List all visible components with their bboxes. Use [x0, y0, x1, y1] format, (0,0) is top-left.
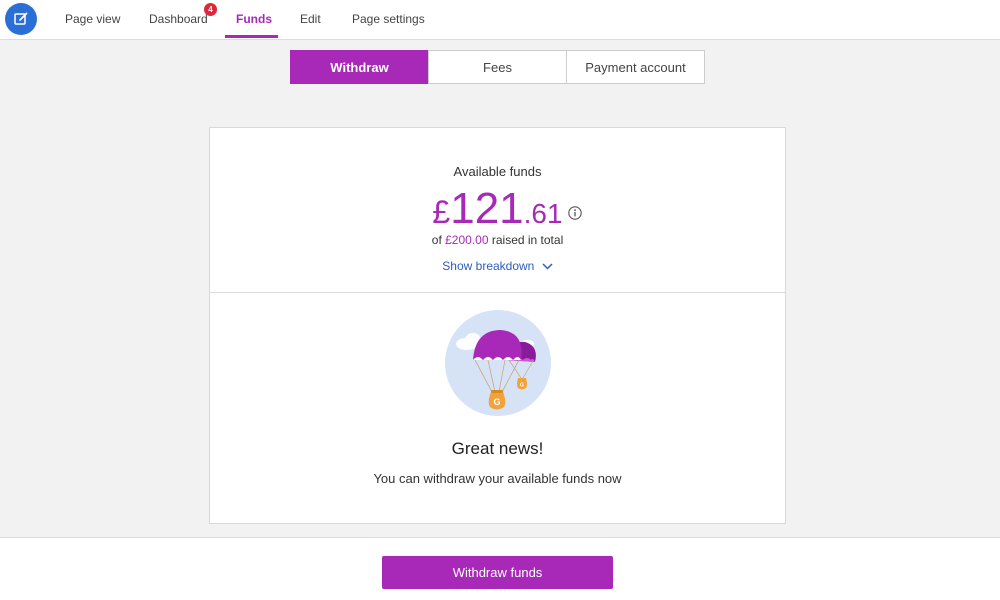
withdraw-message: You can withdraw your available funds no…	[373, 471, 622, 486]
parachute-money-bags-illustration: G G	[445, 310, 551, 416]
raised-suffix: raised in total	[491, 233, 564, 247]
raised-total: of £200.00 raised in total	[210, 233, 785, 247]
active-tab-indicator	[225, 35, 278, 38]
nav-funds[interactable]: Funds	[236, 0, 272, 39]
nav-page-view[interactable]: Page view	[65, 0, 120, 39]
chevron-down-icon	[542, 263, 553, 270]
tab-withdraw[interactable]: Withdraw	[290, 50, 429, 84]
nav-page-settings[interactable]: Page settings	[352, 0, 425, 39]
amount-decimal: .61	[523, 198, 563, 229]
tab-fees[interactable]: Fees	[428, 50, 567, 84]
card-divider	[210, 292, 785, 293]
available-funds-amount: £121.61	[210, 184, 785, 234]
tab-payment-account[interactable]: Payment account	[566, 50, 705, 84]
withdraw-funds-button[interactable]: Withdraw funds	[382, 556, 613, 589]
amount-whole: 121	[450, 184, 524, 233]
svg-text:G: G	[520, 383, 524, 389]
show-breakdown-link[interactable]: Show breakdown	[210, 259, 785, 273]
nav-dashboard[interactable]: Dashboard	[149, 0, 208, 39]
svg-text:G: G	[493, 397, 500, 407]
footer-bar: Withdraw funds	[0, 537, 1000, 600]
funds-card: Available funds £121.61 of £200.00 raise…	[209, 127, 786, 524]
raised-amount: £200.00	[445, 233, 489, 247]
show-breakdown-label: Show breakdown	[442, 259, 535, 273]
nav-edit[interactable]: Edit	[300, 0, 321, 39]
currency-symbol: £	[432, 194, 451, 230]
pencil-square-icon	[14, 12, 28, 25]
top-nav: Page view Dashboard 4 Funds Edit Page se…	[0, 0, 1000, 40]
raised-prefix: of	[431, 233, 442, 247]
edit-page-button[interactable]	[5, 3, 37, 35]
info-icon[interactable]	[568, 206, 582, 220]
available-funds-label: Available funds	[453, 164, 542, 179]
great-news-title: Great news!	[451, 439, 544, 458]
notification-badge: 4	[204, 3, 217, 16]
